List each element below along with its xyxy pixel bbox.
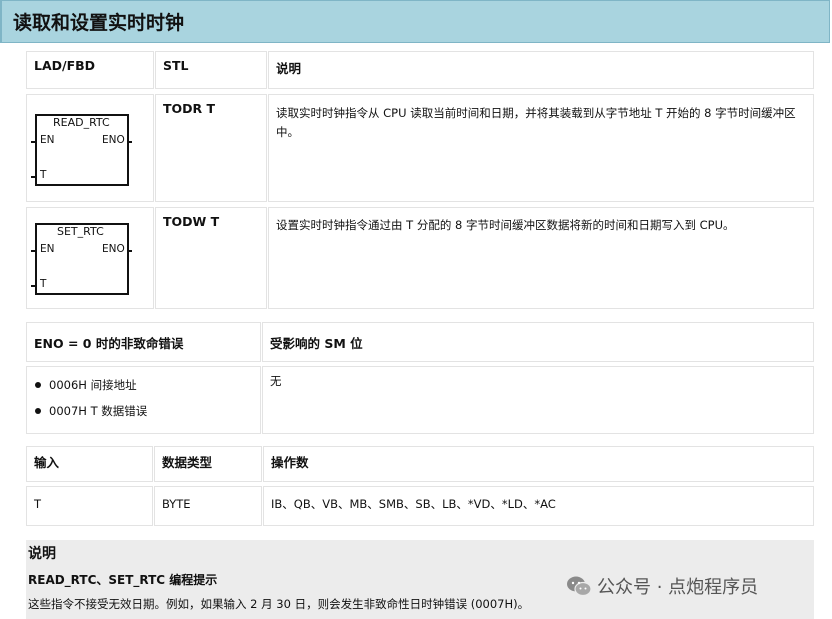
op-operands: IB、QB、VB、MB、SMB、SB、LB、*VD、*LD、*AC: [263, 486, 814, 526]
lad-cell-set: SET_RTC EN ENO T: [26, 207, 154, 309]
block-name: SET_RTC: [57, 225, 104, 238]
desc-set: 设置实时时钟指令通过由 T 分配的 8 字节时间缓冲区数据将新的时间和日期写入到…: [268, 207, 814, 309]
op-type: BYTE: [154, 486, 262, 526]
list-item: 0007H T 数据错误: [34, 398, 253, 424]
note-text: 这些指令不接受无效日期。例如，如果输入 2 月 30 日，则会发生非致命性日时钟…: [28, 597, 530, 611]
pin-en: EN: [40, 243, 55, 255]
col-header-desc: 说明: [268, 51, 814, 89]
op-header-type: 数据类型: [154, 446, 262, 482]
op-input: T: [26, 486, 153, 526]
err-header-sm: 受影响的 SM 位: [262, 322, 814, 362]
stl-read: TODR T: [155, 94, 267, 202]
note-title: 说明: [28, 546, 56, 562]
pin-eno: ENO: [102, 243, 125, 255]
page-header: 读取和设置实时时钟: [0, 0, 830, 43]
pin-t: T: [40, 278, 47, 290]
list-item: 0006H 间接地址: [34, 372, 253, 398]
sm-value: 无: [262, 366, 814, 434]
col-header-stl: STL: [155, 51, 267, 89]
op-header-operands: 操作数: [263, 446, 814, 482]
op-header-input: 输入: [26, 446, 153, 482]
desc-read: 读取实时时钟指令从 CPU 读取当前时间和日期，并将其装载到从字节地址 T 开始…: [268, 94, 814, 202]
lad-cell-read: READ_RTC EN ENO T: [26, 94, 154, 202]
stl-set: TODW T: [155, 207, 267, 309]
watermark-text: 公众号 · 点炮程序员: [597, 577, 759, 598]
pin-t: T: [40, 169, 47, 181]
pin-en: EN: [40, 134, 55, 146]
note-subtitle: READ_RTC、SET_RTC 编程提示: [28, 573, 218, 587]
err-header-errors: ENO = 0 时的非致命错误: [26, 322, 261, 362]
pin-eno: ENO: [102, 134, 125, 146]
page-title: 读取和设置实时时钟: [13, 12, 185, 34]
block-name: READ_RTC: [53, 116, 110, 129]
wechat-icon: [567, 576, 592, 597]
error-list: 0006H 间接地址 0007H T 数据错误: [34, 372, 253, 424]
col-header-lad: LAD/FBD: [26, 51, 154, 89]
err-list-cell: 0006H 间接地址 0007H T 数据错误: [26, 366, 261, 434]
